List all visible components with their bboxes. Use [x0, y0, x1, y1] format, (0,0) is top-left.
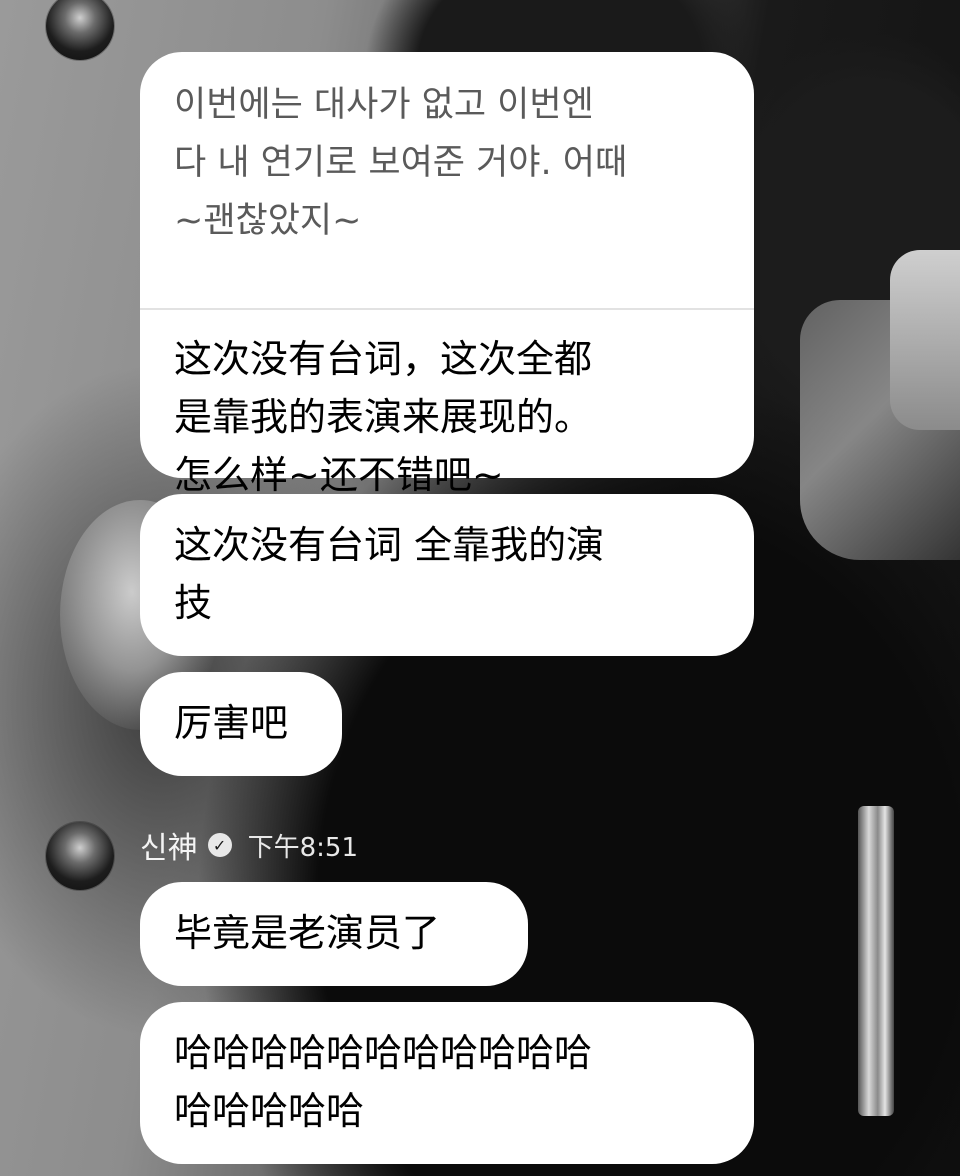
- translation-divider: [140, 308, 754, 310]
- verified-check-icon: ✓: [207, 833, 232, 857]
- message-text: 这次没有台词 全靠我的演 技: [174, 523, 605, 625]
- message-text: 毕竟是老演员了: [174, 911, 441, 955]
- message-bubble-translated[interactable]: 이번에는 대사가 없고 이번엔 다 내 연기로 보여준 거야. 어때 ~괜찮았지…: [140, 52, 754, 497]
- message-timestamp: 下午8:51: [247, 832, 358, 863]
- sender-header: 신神 ✓ 下午8:51: [140, 822, 358, 868]
- message-bubble[interactable]: 毕竟是老演员了: [140, 882, 528, 986]
- message-bubble[interactable]: 哈哈哈哈哈哈哈哈哈哈哈 哈哈哈哈哈: [140, 1002, 754, 1164]
- message-text: 厉害吧: [174, 701, 289, 745]
- background-photo-detail: [890, 250, 960, 430]
- sender-name[interactable]: 신神: [140, 823, 198, 867]
- message-bubble[interactable]: 这次没有台词 全靠我的演 技: [140, 494, 754, 656]
- sender-avatar[interactable]: [46, 822, 114, 890]
- message-text: 哈哈哈哈哈哈哈哈哈哈哈 哈哈哈哈哈: [174, 1031, 593, 1133]
- background-photo-detail: [858, 806, 894, 1116]
- message-original-text: 이번에는 대사가 없고 이번엔 다 내 연기로 보여준 거야. 어때 ~괜찮았지…: [174, 85, 628, 241]
- message-bubble[interactable]: 厉害吧: [140, 672, 342, 776]
- message-translation-text: 这次没有台词，这次全都 是靠我的表演来展现的。 怎么样~还不错吧~: [174, 337, 593, 497]
